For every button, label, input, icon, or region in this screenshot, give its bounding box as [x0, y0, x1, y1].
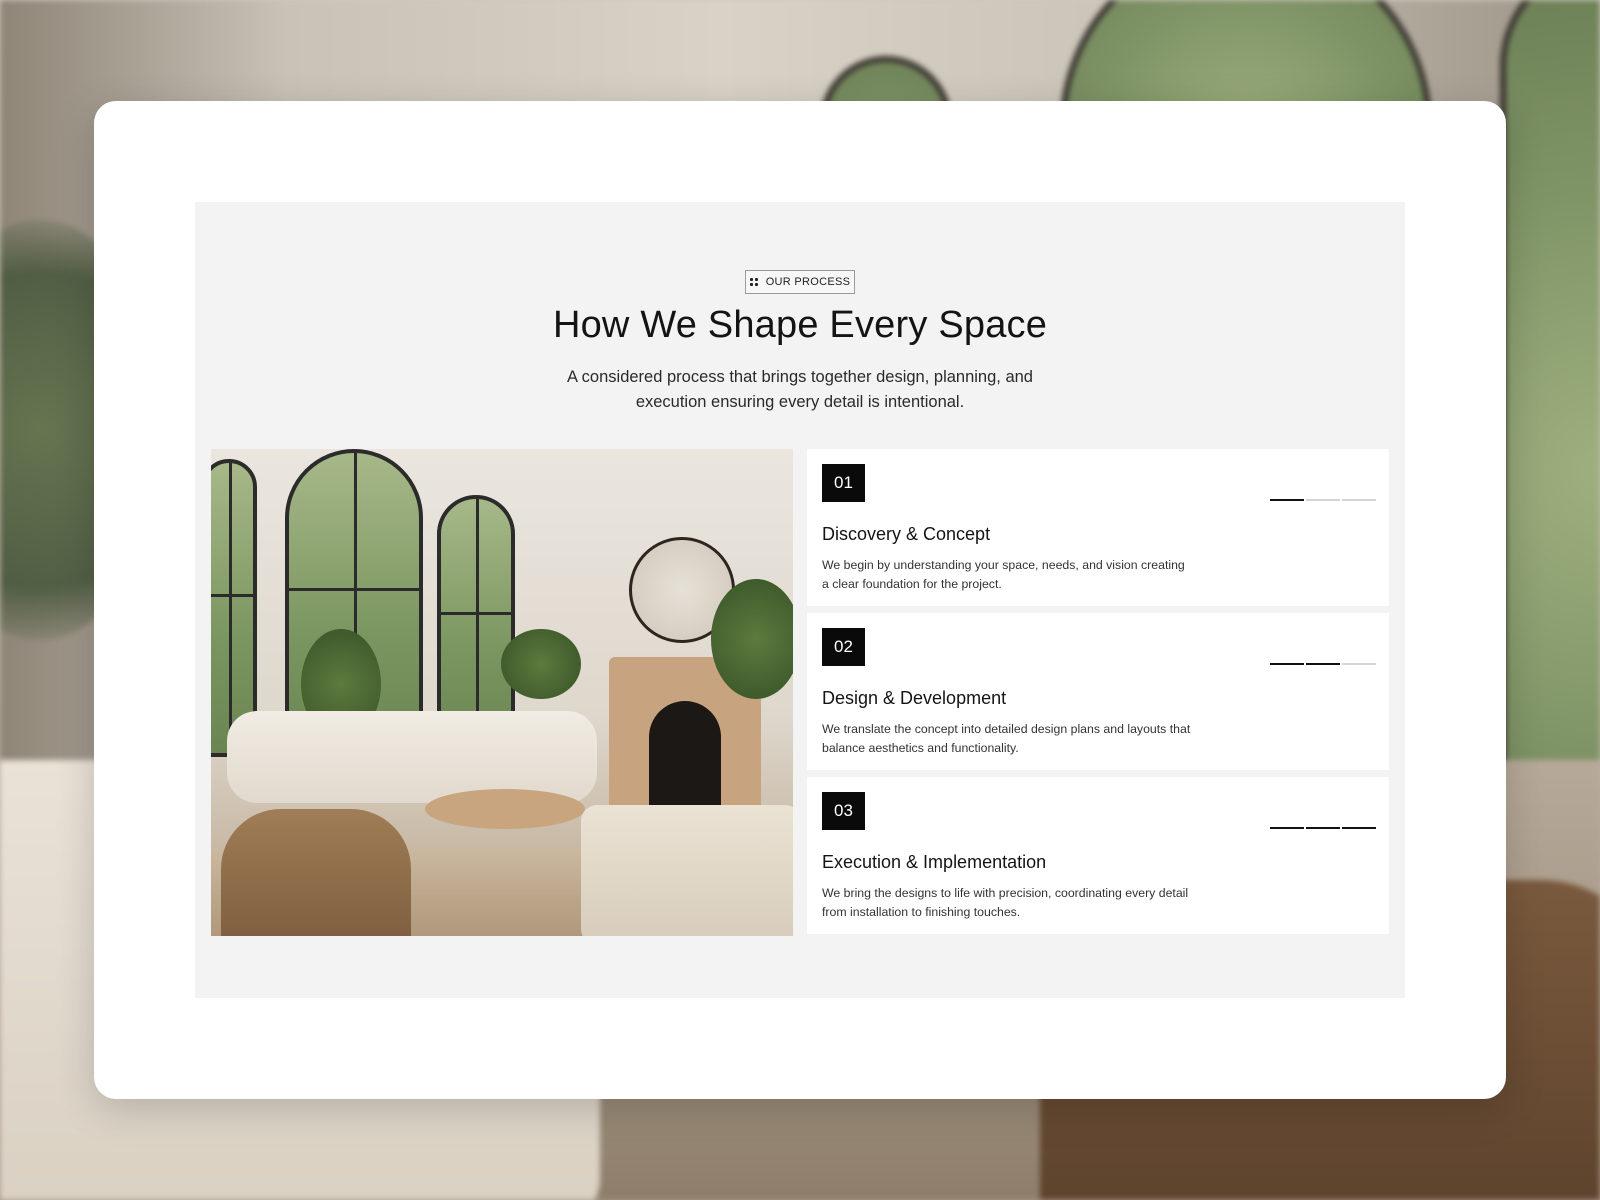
step-card: 02 Design & Development We translate the…: [807, 613, 1389, 770]
step-progress-indicator: [1270, 827, 1376, 829]
progress-segment: [1270, 827, 1304, 829]
step-card: 03 Execution & Implementation We bring t…: [807, 777, 1389, 934]
step-number-badge: 03: [822, 792, 865, 830]
section-badge-label: OUR PROCESS: [765, 276, 851, 288]
step-progress-indicator: [1270, 663, 1376, 665]
living-room-photo: [211, 449, 793, 936]
section-subtitle: A considered process that brings togethe…: [567, 368, 1033, 411]
step-number-badge: 01: [822, 464, 865, 502]
step-title: Execution & Implementation: [822, 852, 1047, 872]
grip-dots-icon: [749, 278, 758, 286]
step-number-badge: 02: [822, 628, 865, 666]
progress-segment: [1306, 499, 1340, 501]
step-description: We translate the concept into detailed d…: [822, 722, 1191, 755]
progress-segment: [1306, 827, 1340, 829]
section-badge: OUR PROCESS: [745, 270, 855, 294]
photo-plant: [501, 629, 581, 699]
step-card: 01 Discovery & Concept We begin by under…: [807, 449, 1389, 606]
content-card: OUR PROCESS How We Shape Every Space A c…: [94, 101, 1506, 1099]
process-steps: 01 Discovery & Concept We begin by under…: [807, 449, 1389, 941]
photo-sofa: [227, 711, 597, 803]
progress-segment: [1342, 663, 1376, 665]
step-description: We bring the designs to life with precis…: [822, 886, 1189, 919]
photo-ottoman: [581, 805, 793, 936]
step-description: We begin by understanding your space, ne…: [822, 558, 1185, 591]
process-section: OUR PROCESS How We Shape Every Space A c…: [195, 202, 1405, 998]
progress-segment: [1306, 663, 1340, 665]
progress-segment: [1342, 827, 1376, 829]
step-title: Design & Development: [822, 688, 1007, 708]
section-title: How We Shape Every Space: [552, 304, 1048, 346]
progress-segment: [1270, 499, 1304, 501]
photo-coffee-table: [425, 789, 585, 829]
progress-segment: [1342, 499, 1376, 501]
progress-segment: [1270, 663, 1304, 665]
step-progress-indicator: [1270, 499, 1376, 501]
step-title: Discovery & Concept: [822, 524, 991, 544]
photo-wicker-chair: [221, 809, 411, 936]
photo-plant: [711, 579, 793, 699]
background-arched-window: [1500, 0, 1600, 812]
